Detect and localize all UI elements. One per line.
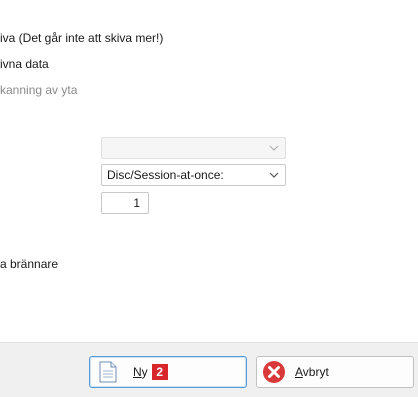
empty-dropdown [101, 137, 286, 159]
button-bar: Ny 2 Avbryt [0, 342, 418, 397]
document-icon [99, 361, 117, 383]
cancel-button[interactable]: Avbryt [256, 356, 414, 388]
chevron-down-icon [269, 172, 279, 178]
cancel-button-label: Avbryt [295, 365, 329, 379]
cancel-x-icon [263, 361, 285, 383]
new-button[interactable]: Ny 2 [89, 356, 247, 388]
option-finalize[interactable]: iva (Det går inte att skiva mer!) [0, 31, 163, 45]
chevron-down-icon [269, 145, 279, 151]
shortcut-badge: 2 [151, 364, 168, 380]
write-mode-value: Disc/Session-at-once: [107, 168, 224, 182]
option-surface-scan: kanning av yta [0, 83, 78, 97]
new-button-label: Ny [133, 365, 148, 379]
copies-field[interactable]: 1 [101, 192, 149, 214]
write-mode-dropdown[interactable]: Disc/Session-at-once: [101, 164, 286, 186]
option-burner[interactable]: a brännare [0, 257, 58, 271]
option-verify-data[interactable]: ivna data [0, 57, 49, 71]
